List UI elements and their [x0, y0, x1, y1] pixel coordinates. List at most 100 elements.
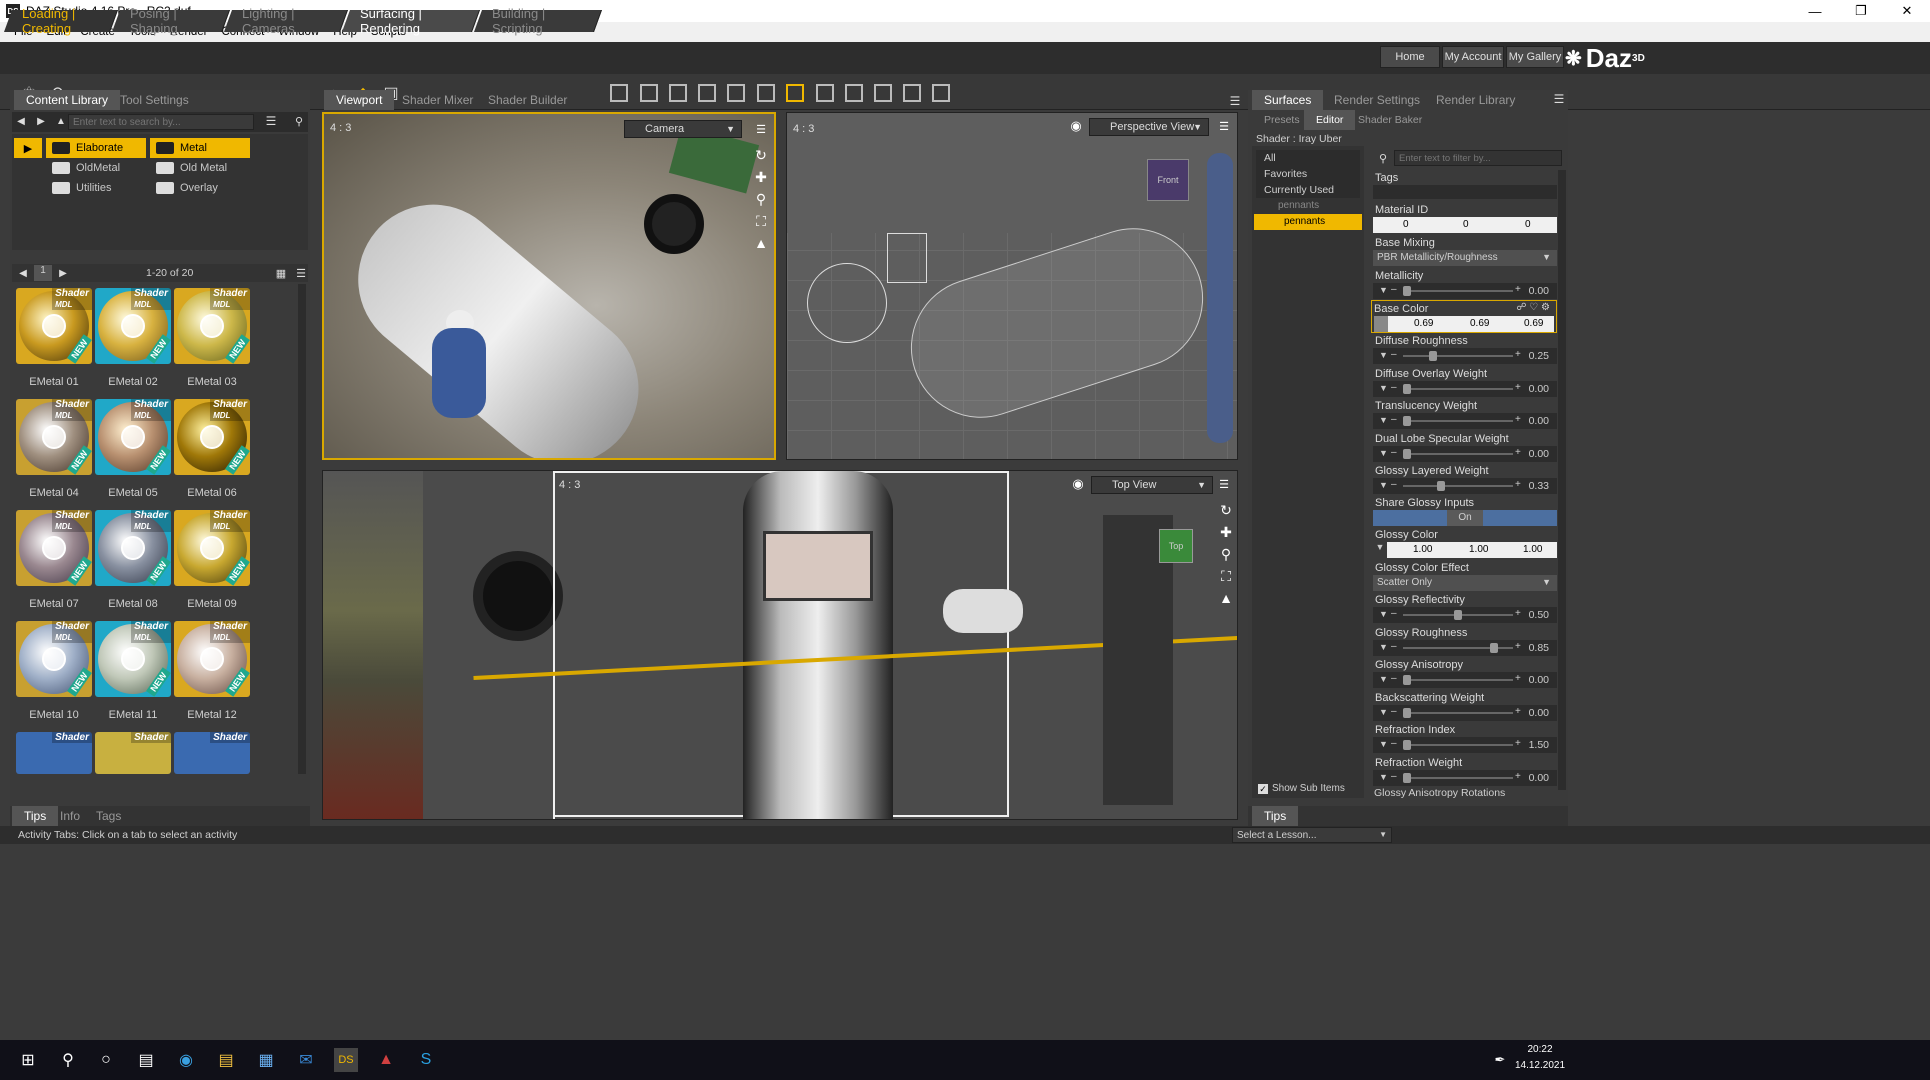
tree-expand-icon[interactable]: ▶	[14, 138, 42, 158]
next-page-icon[interactable]: ▶	[52, 262, 74, 284]
expand-arrow-icon[interactable]: ▼	[1379, 415, 1388, 425]
increment-icon[interactable]: +	[1515, 673, 1521, 684]
layout-three-l-icon[interactable]	[845, 84, 863, 102]
slider-track[interactable]	[1403, 744, 1513, 746]
viewport-camera[interactable]: 4 : 3 Camera ☰ ↻ ✚ ⚲ ⛶ ▲	[322, 112, 776, 460]
property-slider[interactable]: ▼ – + 0.25	[1373, 348, 1557, 364]
mail-icon[interactable]: ✉	[294, 1048, 318, 1072]
viewport-perspective[interactable]: Front 4 : 3 ◉ Perspective View ☰	[786, 112, 1238, 460]
share-glossy-toggle[interactable]: On	[1373, 510, 1557, 526]
property-value[interactable]: 0.00	[1529, 383, 1549, 395]
glossy-color-field[interactable]: ▼ 1.00 1.00 1.00	[1373, 542, 1557, 558]
property-value[interactable]: 0.00	[1529, 707, 1549, 719]
slider-knob[interactable]	[1490, 642, 1498, 653]
property-value[interactable]: 0.00	[1529, 415, 1549, 427]
expand-arrow-icon[interactable]: ▼	[1379, 772, 1388, 782]
property-value[interactable]: 0.00	[1529, 285, 1549, 297]
tree-item-old-metal[interactable]: Old Metal	[150, 158, 250, 178]
property-value[interactable]: 0.33	[1529, 480, 1549, 492]
increment-icon[interactable]: +	[1515, 771, 1521, 782]
viewport-menu-icon[interactable]: ☰	[1224, 90, 1246, 112]
expand-arrow-icon[interactable]: ▼	[1379, 448, 1388, 458]
slider-knob[interactable]	[1403, 383, 1411, 394]
slider-knob[interactable]	[1403, 707, 1411, 718]
shader-tile[interactable]: Shader MDL NEW	[174, 510, 250, 586]
base-mixing-select[interactable]: PBR Metallicity/Roughness ▼	[1373, 250, 1557, 266]
tree-pennants-surface[interactable]: pennants	[1254, 214, 1362, 230]
view-cube[interactable]: Front	[1147, 159, 1189, 201]
top-view-dropdown[interactable]: Top View	[1091, 476, 1213, 494]
decrement-icon[interactable]: –	[1391, 738, 1397, 749]
search-icon[interactable]: ⚲	[56, 1048, 80, 1072]
property-value[interactable]: 0.85	[1529, 642, 1549, 654]
maximize-button[interactable]: ❐	[1838, 0, 1884, 22]
orbit-icon[interactable]: ↻	[752, 146, 770, 164]
zoom-icon[interactable]: ⚲	[752, 190, 770, 208]
property-slider[interactable]: ▼ – + 0.85	[1373, 639, 1557, 656]
tab-surfacing-rendering[interactable]: Surfacing | Rendering	[341, 6, 481, 36]
tree-item-oldmetal[interactable]: OldMetal	[46, 158, 146, 178]
tree-all[interactable]: All	[1256, 150, 1360, 166]
expand-arrow-icon[interactable]: ▼	[1379, 350, 1388, 360]
tab-shader-mixer[interactable]: Shader Mixer	[390, 90, 485, 110]
decrement-icon[interactable]: –	[1391, 479, 1397, 490]
shader-tile[interactable]: Shader MDL NEW	[95, 510, 171, 586]
tree-currently-used[interactable]: Currently Used	[1256, 182, 1360, 198]
property-slider[interactable]: ▼ – + 0.00	[1373, 413, 1557, 429]
viewport-options-icon[interactable]: ☰	[752, 120, 770, 138]
shader-tile[interactable]: Shader	[16, 732, 92, 774]
decrement-icon[interactable]: –	[1391, 382, 1397, 393]
expand-arrow-icon[interactable]: ▼	[1373, 542, 1387, 558]
tab-render-library[interactable]: Render Library	[1424, 90, 1527, 110]
slider-knob[interactable]	[1454, 610, 1462, 620]
decrement-icon[interactable]: –	[1391, 771, 1397, 782]
property-slider[interactable]: ▼ – + 0.00	[1373, 769, 1557, 786]
property-slider[interactable]: ▼ – + 0.00	[1373, 283, 1557, 299]
expand-arrow-icon[interactable]: ▼	[1379, 739, 1388, 749]
tab-viewport[interactable]: Viewport	[324, 90, 395, 110]
increment-icon[interactable]: +	[1515, 382, 1521, 393]
expand-arrow-icon[interactable]: ▼	[1379, 707, 1388, 717]
library-search-input[interactable]	[68, 114, 254, 130]
prev-page-icon[interactable]: ◀	[12, 262, 34, 284]
increment-icon[interactable]: +	[1515, 706, 1521, 717]
subtab-shader-baker[interactable]: Shader Baker	[1346, 110, 1434, 130]
tab-lighting-cameras[interactable]: Lighting | Cameras	[223, 6, 349, 36]
my-account-button[interactable]: My Account	[1442, 46, 1504, 68]
property-slider[interactable]: ▼ – + 0.00	[1373, 445, 1557, 462]
slider-knob[interactable]	[1429, 351, 1437, 361]
property-value[interactable]: 0.00	[1529, 448, 1549, 460]
tab-tool-settings[interactable]: Tool Settings	[108, 90, 201, 110]
tree-favorites[interactable]: Favorites	[1256, 166, 1360, 182]
properties-scrollbar[interactable]	[1558, 170, 1566, 790]
filter-input[interactable]	[1394, 150, 1562, 166]
shader-tile[interactable]: Shader MDL NEW	[16, 288, 92, 364]
shader-tile[interactable]: Shader MDL NEW	[95, 288, 171, 364]
zoom-icon[interactable]: ⚲	[1217, 545, 1235, 563]
shader-tile[interactable]: Shader	[95, 732, 171, 774]
tree-pennants-figure[interactable]: pennants	[1256, 198, 1360, 214]
expand-arrow-icon[interactable]: ▼	[1379, 609, 1388, 619]
slider-track[interactable]	[1403, 452, 1513, 455]
expand-arrow-icon[interactable]: ▼	[1379, 674, 1388, 684]
page-number[interactable]: 1	[34, 265, 52, 281]
material-id-field[interactable]: 0 0 0	[1373, 217, 1557, 233]
increment-icon[interactable]: +	[1515, 738, 1521, 749]
pan-icon[interactable]: ✚	[1217, 523, 1235, 541]
increment-icon[interactable]: +	[1515, 447, 1521, 458]
expand-arrow-icon[interactable]: ▼	[1379, 285, 1388, 295]
sketchup-icon[interactable]: ▲	[374, 1048, 398, 1072]
expand-arrow-icon[interactable]: ▼	[1379, 383, 1388, 393]
layout-three-b-icon[interactable]	[816, 84, 834, 102]
camera-dropdown[interactable]: Camera	[624, 120, 742, 138]
shader-tile[interactable]: Shader MDL NEW	[16, 399, 92, 475]
skype-icon[interactable]: S	[414, 1048, 438, 1072]
shader-tile[interactable]: Shader MDL NEW	[174, 288, 250, 364]
shader-tile[interactable]: Shader MDL NEW	[95, 621, 171, 697]
layout-bottom-icon[interactable]	[698, 84, 716, 102]
viewport-options-icon[interactable]: ☰	[1215, 475, 1233, 493]
property-value[interactable]: 0.00	[1529, 772, 1549, 784]
search-icon[interactable]: ⚲	[288, 110, 310, 132]
increment-icon[interactable]: +	[1515, 608, 1521, 619]
slider-knob[interactable]	[1403, 740, 1411, 750]
